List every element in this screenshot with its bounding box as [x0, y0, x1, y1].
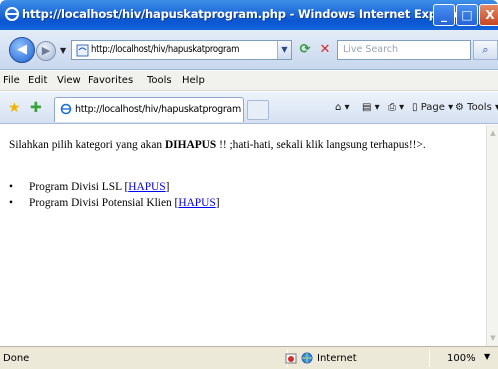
minimize-button[interactable]: _: [433, 4, 455, 26]
search-placeholder: Live Search: [343, 44, 399, 55]
tools-menu-button[interactable]: ⚙ Tools ▾: [455, 102, 498, 113]
forward-arrow-icon: ▶: [41, 44, 51, 57]
hapus-link[interactable]: HAPUS: [128, 181, 165, 193]
category-list: • Program Divisi LSL [HAPUS] • Program Div…: [9, 179, 220, 211]
print-icon[interactable]: ⎙ ▾: [388, 102, 404, 113]
back-button[interactable]: ◀: [9, 37, 35, 63]
menu-help[interactable]: Help: [182, 75, 205, 86]
back-arrow-icon: ◀: [17, 42, 27, 57]
bullet-icon: •: [9, 181, 13, 193]
status-text: Done: [3, 353, 30, 364]
hapus-link[interactable]: HAPUS: [178, 197, 215, 209]
page-menu-label: Page: [420, 102, 445, 113]
list-item: • Program Divisi Potensial Klien [HAPUS]: [9, 195, 220, 211]
zoom-level[interactable]: 100%: [447, 353, 476, 364]
bracket-close: ]: [215, 197, 220, 209]
scroll-down-icon[interactable]: ▼: [488, 332, 498, 344]
stop-icon[interactable]: ✕: [316, 41, 334, 59]
item-label: Program Divisi Potensial Klien: [29, 197, 175, 209]
history-dropdown-icon[interactable]: ▼: [60, 46, 66, 55]
home-icon[interactable]: ⌂ ▾: [335, 102, 350, 113]
refresh-icon[interactable]: ⟳: [296, 41, 314, 59]
search-icon[interactable]: ⌕: [473, 40, 498, 60]
tools-menu-label: Tools: [467, 102, 492, 113]
intro-text: Silahkan pilih kategori yang akan DIHAPU…: [9, 139, 426, 151]
new-tab-button[interactable]: [247, 100, 269, 120]
intro-after: !! ;hati-hati, sekali klik langsung terh…: [216, 139, 426, 151]
globe-icon: [301, 352, 313, 364]
page-menu-button[interactable]: ▯ Page ▾: [412, 102, 453, 113]
address-toolbar: ◀ ▶ ▼ http://localhost/hiv/hapuskatprogr…: [0, 30, 498, 70]
status-divider: [429, 350, 430, 367]
add-favorites-icon[interactable]: ✚: [30, 100, 42, 116]
intro-before: Silahkan pilih kategori yang akan: [9, 139, 165, 151]
address-url[interactable]: http://localhost/hiv/hapuskatprogram: [91, 44, 276, 55]
address-bar[interactable]: http://localhost/hiv/hapuskatprogram ▼: [71, 40, 292, 60]
menu-view[interactable]: View: [57, 75, 81, 86]
close-button[interactable]: X: [479, 4, 498, 26]
feeds-icon[interactable]: ▤ ▾: [362, 102, 380, 113]
zoom-dropdown-icon[interactable]: ▼: [484, 352, 490, 361]
security-zone[interactable]: Internet: [317, 353, 357, 364]
favorites-center-icon[interactable]: ★: [8, 100, 21, 116]
vertical-scrollbar[interactable]: ▲ ▼: [486, 125, 498, 346]
page-content: Silahkan pilih kategori yang akan DIHAPU…: [0, 125, 486, 346]
menu-bar: File Edit View Favorites Tools Help: [0, 71, 498, 91]
title-bar: http://localhost/hiv/hapuskatprogram.php…: [0, 0, 498, 30]
item-label: Program Divisi LSL: [29, 181, 125, 193]
intro-bold: DIHAPUS: [164, 139, 217, 151]
list-item: • Program Divisi LSL [HAPUS]: [9, 179, 220, 195]
page-icon: [76, 44, 89, 57]
maximize-button[interactable]: □: [456, 4, 478, 26]
protected-mode-icon: [285, 353, 297, 364]
bracket-close: ]: [165, 181, 170, 193]
menu-edit[interactable]: Edit: [28, 75, 47, 86]
search-input[interactable]: Live Search: [337, 40, 471, 60]
tab-active[interactable]: http://localhost/hiv/hapuskatprogram....: [54, 97, 244, 122]
tab-ie-icon: [60, 103, 72, 115]
menu-tools[interactable]: Tools: [147, 75, 172, 86]
tab-toolbar: ★ ✚ http://localhost/hiv/hapuskatprogram…: [0, 92, 498, 124]
address-dropdown-icon[interactable]: ▼: [277, 41, 291, 59]
ie-logo-icon: [5, 7, 19, 21]
status-bar: Done Internet 100% ▼: [0, 346, 498, 369]
menu-file[interactable]: File: [3, 75, 20, 86]
scroll-up-icon[interactable]: ▲: [488, 127, 498, 139]
forward-button[interactable]: ▶: [36, 41, 56, 61]
bullet-icon: •: [9, 197, 13, 209]
menu-favorites[interactable]: Favorites: [88, 75, 133, 86]
window-title: http://localhost/hiv/hapuskatprogram.php…: [22, 7, 467, 21]
tab-label: http://localhost/hiv/hapuskatprogram....: [75, 104, 241, 115]
